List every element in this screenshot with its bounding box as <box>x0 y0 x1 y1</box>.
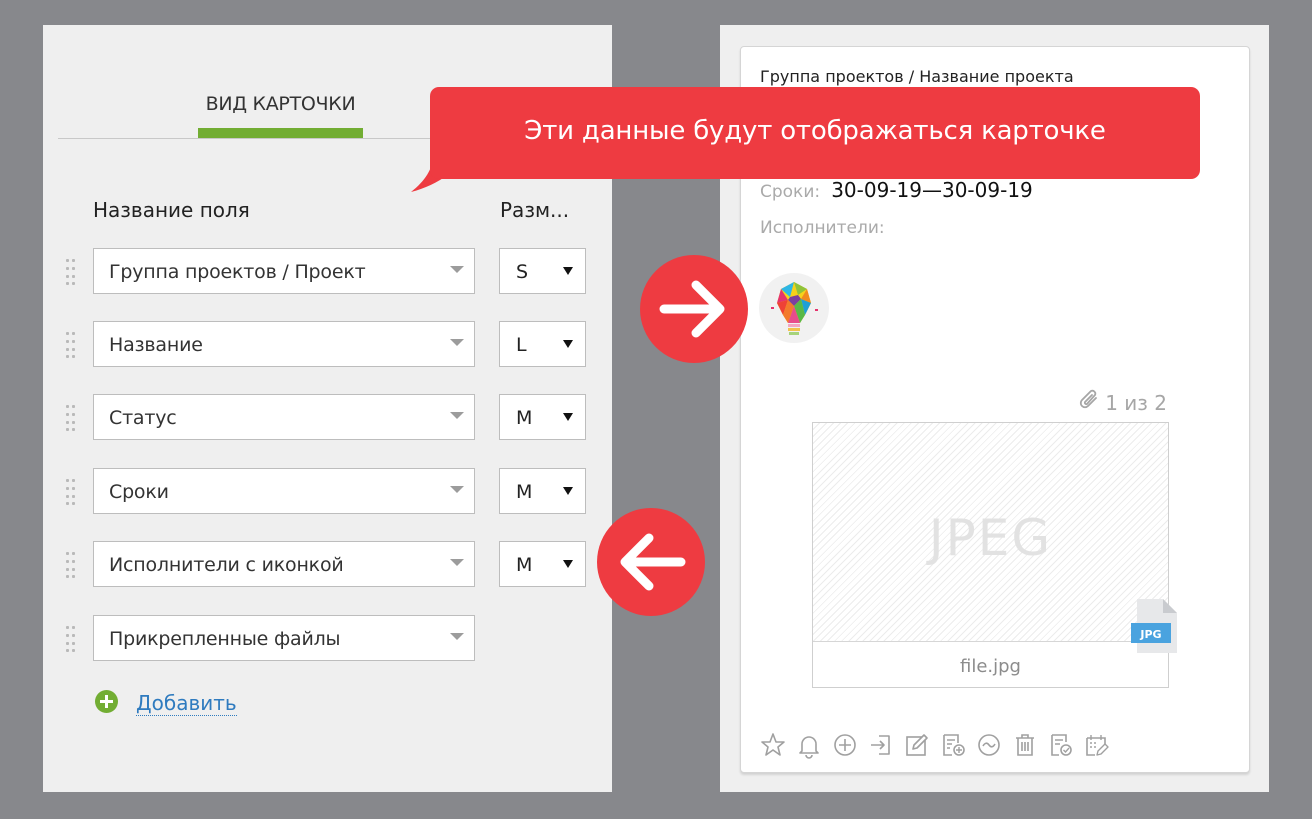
chevron-down-icon <box>450 339 464 346</box>
drag-handle-icon[interactable] <box>66 405 76 431</box>
field-select-value: Статус <box>109 407 177 429</box>
size-select[interactable]: S <box>499 248 586 294</box>
file-preview: JPEG <box>813 423 1168 642</box>
size-select[interactable]: M <box>499 541 586 587</box>
size-select[interactable]: M <box>499 394 586 440</box>
size-select-value: M <box>516 407 533 429</box>
field-select[interactable]: Исполнители с иконкой <box>93 541 475 587</box>
size-select[interactable]: M <box>499 468 586 514</box>
size-select-value: M <box>516 481 533 503</box>
field-select-value: Название <box>109 334 203 356</box>
drag-handle-icon[interactable] <box>66 626 76 652</box>
add-field-link[interactable]: Добавить <box>136 691 237 716</box>
bell-icon[interactable] <box>795 731 823 759</box>
field-select[interactable]: Прикрепленные файлы <box>93 615 475 661</box>
tooltip-text: Эти данные будут отображаться карточке <box>524 116 1106 146</box>
field-row: Исполнители с иконкой M <box>43 541 612 589</box>
arrow-right-badge <box>640 255 748 363</box>
wave-circle-icon[interactable] <box>975 731 1003 759</box>
field-select[interactable]: Группа проектов / Проект <box>93 248 475 294</box>
chevron-down-icon <box>450 559 464 566</box>
drag-handle-icon[interactable] <box>66 552 76 578</box>
drag-handle-icon[interactable] <box>66 259 76 285</box>
trash-icon[interactable] <box>1011 731 1039 759</box>
field-select-value: Прикрепленные файлы <box>109 628 341 650</box>
chevron-down-icon <box>450 633 464 640</box>
size-select[interactable]: L <box>499 321 586 367</box>
info-tooltip: Эти данные будут отображаться карточке <box>430 87 1200 179</box>
arrow-right-icon <box>659 280 725 338</box>
assignees-label: Исполнители: <box>760 218 885 238</box>
attachments-counter[interactable]: 1 из 2 <box>1079 389 1167 418</box>
avatar[interactable] <box>759 273 829 343</box>
plus-circle-icon[interactable] <box>95 690 118 713</box>
field-row: Статус M <box>43 394 612 442</box>
chevron-down-icon <box>450 486 464 493</box>
card-dates: Сроки: 30-09-19—30-09-19 <box>760 178 1033 202</box>
jpg-file-icon: JPG <box>1131 599 1177 653</box>
card-breadcrumb[interactable]: Группа проектов / Название проекта <box>760 67 1074 86</box>
edit-icon[interactable] <box>903 731 931 759</box>
size-select-value: S <box>516 261 529 283</box>
field-select-value: Сроки <box>109 481 169 503</box>
field-select[interactable]: Статус <box>93 394 475 440</box>
field-select-value: Группа проектов / Проект <box>109 261 366 283</box>
file-type-badge-text: JPG <box>1139 628 1161 641</box>
file-name[interactable]: file.jpg <box>813 656 1168 677</box>
plus-circle-icon[interactable] <box>831 731 859 759</box>
arrow-left-badge <box>597 508 705 616</box>
file-attachment[interactable]: JPEG JPG file.jpg <box>812 422 1177 688</box>
field-select[interactable]: Сроки <box>93 468 475 514</box>
size-select-value: L <box>516 334 527 356</box>
caret-down-icon <box>563 340 573 348</box>
checklist-icon[interactable] <box>1047 731 1075 759</box>
field-row: Название L <box>43 321 612 369</box>
file-preview-label: JPEG <box>928 509 1053 567</box>
column-header-size: Разм... <box>500 198 570 222</box>
drag-handle-icon[interactable] <box>66 479 76 505</box>
calendar-edit-icon[interactable] <box>1083 731 1111 759</box>
tab-active-indicator <box>198 128 363 138</box>
caret-down-icon <box>563 413 573 421</box>
add-document-icon[interactable] <box>939 731 967 759</box>
lightbulb-avatar-icon <box>771 282 818 335</box>
field-row: Группа проектов / Проект S <box>43 248 612 296</box>
caret-down-icon <box>563 267 573 275</box>
chevron-down-icon <box>450 412 464 419</box>
arrow-left-icon <box>620 533 686 591</box>
field-select-value: Исполнители с иконкой <box>109 554 344 576</box>
login-icon[interactable] <box>867 731 895 759</box>
star-icon[interactable] <box>759 731 787 759</box>
caret-down-icon <box>563 560 573 568</box>
field-row: Сроки M <box>43 468 612 516</box>
dates-value: 30-09-19—30-09-19 <box>831 178 1033 202</box>
field-select[interactable]: Название <box>93 321 475 367</box>
field-row: Прикрепленные файлы <box>43 615 612 663</box>
caret-down-icon <box>563 487 573 495</box>
dates-label: Сроки: <box>760 182 821 202</box>
tab-card-view[interactable]: ВИД КАРТОЧКИ <box>198 93 363 115</box>
chevron-down-icon <box>450 266 464 273</box>
column-header-field-name: Название поля <box>93 198 250 222</box>
drag-handle-icon[interactable] <box>66 332 76 358</box>
attachments-count-text: 1 из 2 <box>1105 391 1167 415</box>
size-select-value: M <box>516 554 533 576</box>
paperclip-icon <box>1079 389 1101 418</box>
